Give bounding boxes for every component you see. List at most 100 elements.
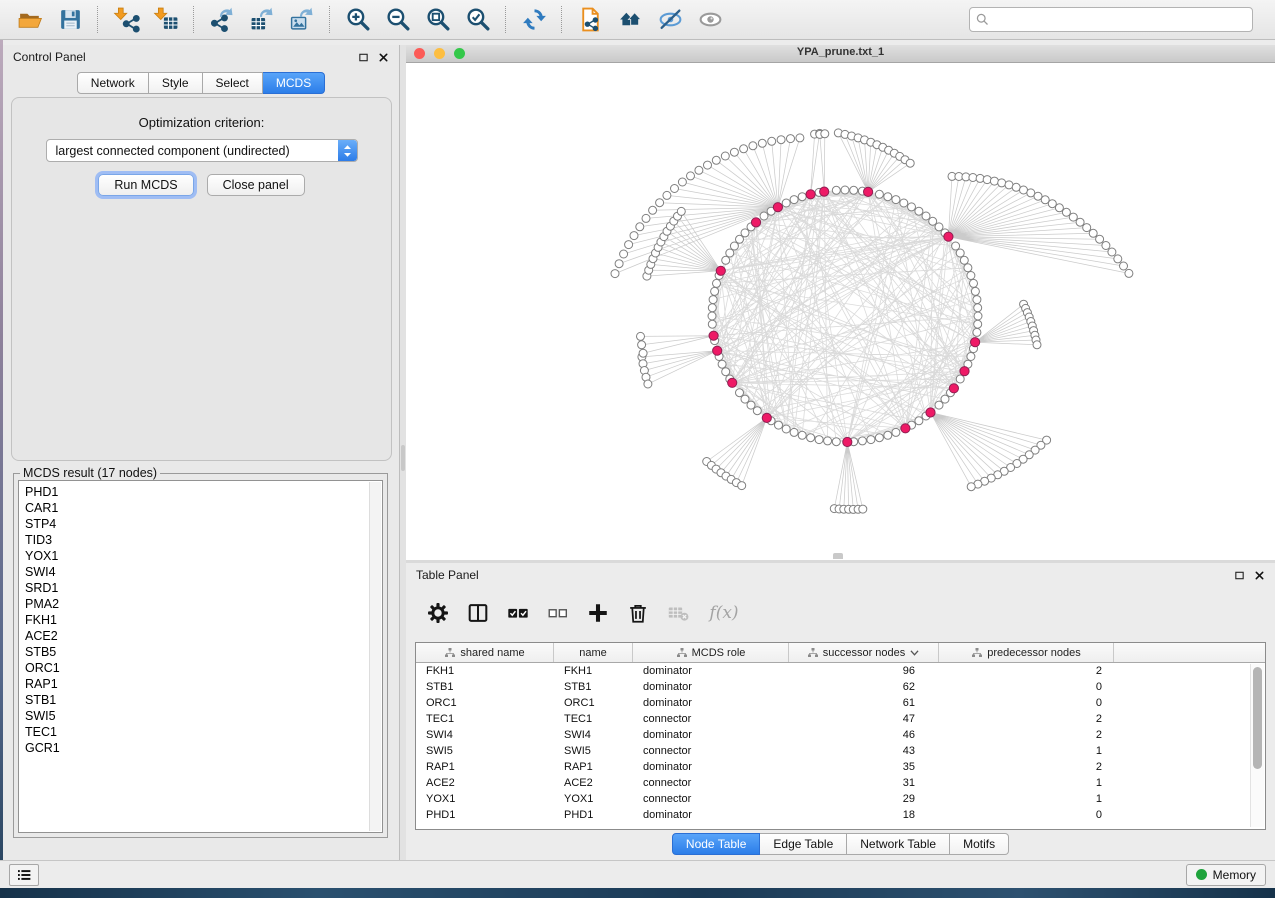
table-row[interactable]: YOX1YOX1connector291	[416, 791, 1265, 807]
graph-node[interactable]	[1120, 262, 1128, 270]
graph-node[interactable]	[722, 368, 730, 376]
graph-node[interactable]	[941, 395, 949, 403]
graph-node[interactable]	[758, 139, 766, 147]
graph-node[interactable]	[841, 186, 849, 194]
graph-node[interactable]	[712, 156, 720, 164]
graph-node[interactable]	[956, 375, 964, 383]
graph-node[interactable]	[1096, 235, 1104, 243]
graph-node[interactable]	[639, 349, 647, 357]
import-network-button[interactable]	[106, 3, 146, 37]
graph-node[interactable]	[1033, 341, 1041, 349]
graph-node[interactable]	[973, 296, 981, 304]
graph-node[interactable]	[832, 438, 840, 446]
graph-node[interactable]	[620, 250, 628, 258]
graph-node[interactable]	[1089, 229, 1097, 237]
graph-node[interactable]	[775, 421, 783, 429]
graph-hub-node[interactable]	[820, 187, 829, 196]
mcds-result-item[interactable]: PHD1	[25, 484, 382, 500]
graph-node[interactable]	[956, 249, 964, 257]
column-header-successor-nodes[interactable]: successor nodes	[789, 643, 939, 662]
node-table[interactable]: shared namenameMCDS rolesuccessor nodesp…	[415, 642, 1266, 830]
show-columns-button[interactable]	[466, 601, 490, 625]
graph-node[interactable]	[892, 428, 900, 436]
graph-node[interactable]	[1012, 183, 1020, 191]
mcds-result-item[interactable]: CAR1	[25, 500, 382, 516]
mcds-result-item[interactable]: TID3	[25, 532, 382, 548]
tab-network[interactable]: Network	[77, 72, 149, 94]
table-row[interactable]: RAP1RAP1dominator352	[416, 759, 1265, 775]
graph-hub-node[interactable]	[716, 266, 725, 275]
graph-hub-node[interactable]	[864, 187, 873, 196]
graph-node[interactable]	[983, 176, 991, 184]
tab-node-table[interactable]: Node Table	[672, 833, 761, 855]
tab-motifs[interactable]: Motifs	[950, 833, 1009, 855]
graph-node[interactable]	[704, 161, 712, 169]
graph-node[interactable]	[1020, 186, 1028, 194]
graph-node[interactable]	[644, 380, 652, 388]
graph-node[interactable]	[708, 320, 716, 328]
memory-button[interactable]: Memory	[1186, 864, 1266, 886]
graph-node[interactable]	[998, 179, 1006, 187]
graph-node[interactable]	[967, 483, 975, 491]
graph-node[interactable]	[973, 328, 981, 336]
graph-node[interactable]	[850, 186, 858, 194]
graph-node[interactable]	[832, 186, 840, 194]
graph-node[interactable]	[1076, 218, 1084, 226]
graph-node[interactable]	[741, 229, 749, 237]
graph-node[interactable]	[867, 436, 875, 444]
float-panel-icon[interactable]	[1234, 570, 1245, 581]
graph-node[interactable]	[711, 287, 719, 295]
graph-node[interactable]	[753, 407, 761, 415]
graph-hub-node[interactable]	[960, 367, 969, 376]
graph-hub-node[interactable]	[713, 346, 722, 355]
new-network-from-selection-button[interactable]	[570, 3, 610, 37]
graph-node[interactable]	[760, 212, 768, 220]
graph-node[interactable]	[1102, 242, 1110, 250]
tab-edge-table[interactable]: Edge Table	[760, 833, 847, 855]
graph-node[interactable]	[906, 159, 914, 167]
graph-node[interactable]	[952, 242, 960, 250]
graph-node[interactable]	[671, 185, 679, 193]
graph-node[interactable]	[935, 401, 943, 409]
export-image-button[interactable]	[282, 3, 322, 37]
graph-hub-node[interactable]	[709, 331, 718, 340]
graph-node[interactable]	[824, 437, 832, 445]
network-graph[interactable]	[406, 62, 1275, 560]
graph-node[interactable]	[787, 135, 795, 143]
table-row[interactable]: ACE2ACE2connector311	[416, 775, 1265, 791]
table-row[interactable]: PHD1PHD1dominator180	[416, 807, 1265, 823]
graph-node[interactable]	[900, 199, 908, 207]
graph-node[interactable]	[798, 193, 806, 201]
graph-node[interactable]	[663, 191, 671, 199]
graph-node[interactable]	[884, 193, 892, 201]
table-scrollbar-track[interactable]	[1250, 664, 1264, 827]
graph-node[interactable]	[859, 505, 867, 513]
graph-node[interactable]	[708, 304, 716, 312]
close-panel-button[interactable]: Close panel	[207, 174, 305, 196]
graph-node[interactable]	[736, 235, 744, 243]
open-file-button[interactable]	[10, 3, 50, 37]
graph-hub-node[interactable]	[773, 203, 782, 212]
splitter-dimple[interactable]	[833, 553, 843, 559]
graph-node[interactable]	[1055, 204, 1063, 212]
export-network-button[interactable]	[202, 3, 242, 37]
graph-node[interactable]	[687, 172, 695, 180]
graph-node[interactable]	[974, 312, 982, 320]
graph-node[interactable]	[971, 287, 979, 295]
table-row[interactable]: SWI4SWI4dominator462	[416, 727, 1265, 743]
graph-node[interactable]	[630, 232, 638, 240]
splitter-handle[interactable]	[401, 445, 405, 471]
graph-node[interactable]	[678, 178, 686, 186]
column-header-MCDS-role[interactable]: MCDS role	[633, 643, 789, 662]
graph-node[interactable]	[709, 296, 717, 304]
graph-hub-node[interactable]	[971, 338, 980, 347]
graph-node[interactable]	[749, 142, 757, 150]
graph-hub-node[interactable]	[728, 378, 737, 387]
graph-node[interactable]	[967, 272, 975, 280]
table-row[interactable]: FKH1FKH1dominator962	[416, 663, 1265, 679]
show-hidden-button[interactable]	[690, 3, 730, 37]
graph-node[interactable]	[730, 148, 738, 156]
graph-node[interactable]	[1062, 208, 1070, 216]
graph-hub-node[interactable]	[806, 190, 815, 199]
graph-node[interactable]	[721, 152, 729, 160]
